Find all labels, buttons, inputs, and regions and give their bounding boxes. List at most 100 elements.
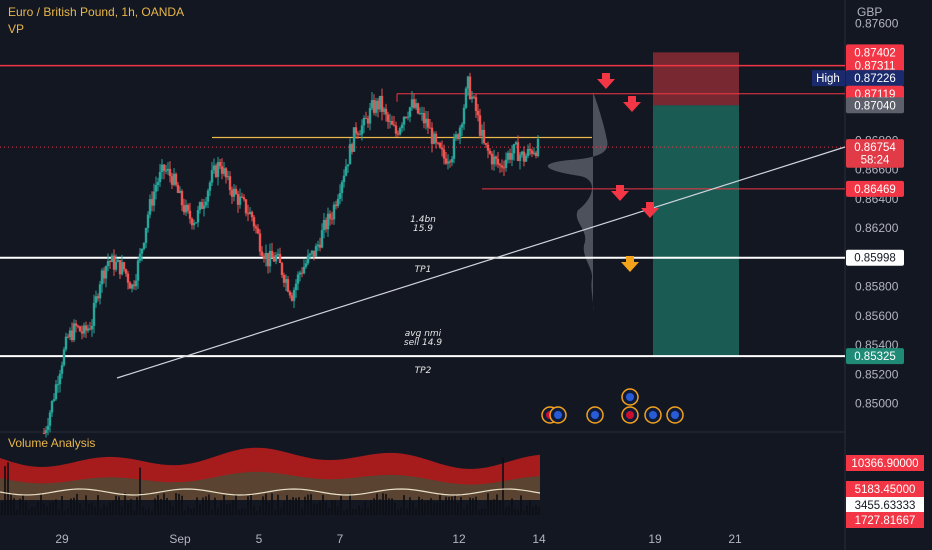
- candle-body: [44, 430, 48, 434]
- candle-body: [54, 384, 58, 400]
- candle-body: [256, 228, 260, 234]
- candle-body: [58, 373, 62, 385]
- candle-body: [494, 156, 498, 159]
- candle-body: [486, 144, 490, 151]
- price-tick: 0.85000: [855, 397, 899, 411]
- chart-canvas[interactable]: 1.4bn15.9TP1avg nmisell 14.9TP20.876000.…: [0, 0, 932, 550]
- annotation-text: TP1: [415, 265, 432, 275]
- candle-body: [90, 325, 94, 330]
- candle-body: [328, 213, 332, 219]
- candle-body: [464, 88, 468, 108]
- event-icon-center: [554, 411, 562, 419]
- candle-body: [398, 128, 402, 135]
- candle-body: [314, 246, 318, 257]
- price-tick: 0.85200: [855, 367, 899, 381]
- candle-body: [138, 253, 142, 261]
- price-tag-label: 0.87040: [854, 100, 896, 112]
- candle-body: [260, 251, 264, 256]
- candle-body: [188, 210, 192, 219]
- candle-body: [126, 273, 130, 283]
- candle-body: [384, 108, 388, 115]
- candle-body: [344, 166, 348, 176]
- candle-body: [136, 260, 140, 281]
- candle-body: [134, 280, 138, 287]
- candle-body: [338, 192, 342, 199]
- candle-body: [104, 266, 108, 279]
- uk-flag-icon-center: [626, 411, 634, 419]
- candle-body: [250, 211, 254, 218]
- candle-body: [174, 173, 178, 185]
- time-tick: 19: [648, 532, 662, 546]
- currency-label: GBP: [857, 5, 883, 19]
- candle-body: [60, 365, 64, 374]
- candle-body: [142, 242, 146, 249]
- candle-body: [294, 283, 298, 291]
- volume-value-label: 5183.45000: [855, 484, 916, 496]
- candle-body: [434, 133, 438, 143]
- candle-body: [286, 279, 290, 292]
- candle-body: [218, 162, 222, 167]
- candle-body: [158, 171, 162, 183]
- candle-body: [122, 262, 126, 270]
- candle-body: [254, 226, 258, 229]
- candle-body: [462, 107, 466, 125]
- candle-body: [500, 165, 504, 168]
- time-tick: 5: [256, 532, 263, 546]
- candle-body: [368, 108, 372, 124]
- candle-body: [488, 150, 492, 154]
- volume-profile: [547, 92, 608, 312]
- eu-flag-icon-center: [626, 393, 634, 401]
- candle-body: [50, 400, 54, 413]
- volume-value-label: 3455.63333: [855, 500, 916, 512]
- candle-body: [426, 118, 430, 128]
- candle-body: [438, 142, 442, 148]
- candle-body: [320, 230, 324, 248]
- candle-body: [140, 248, 144, 254]
- time-tick: 21: [728, 532, 742, 546]
- candle-body: [252, 217, 256, 227]
- candle-body: [280, 263, 284, 276]
- candle-body: [238, 196, 242, 205]
- time-tick: 7: [337, 532, 344, 546]
- time-tick: Sep: [169, 532, 191, 546]
- candle-body: [204, 201, 208, 206]
- candle-body: [498, 164, 502, 166]
- candle-body: [354, 127, 358, 134]
- price-tag-label: 0.87402: [854, 47, 896, 59]
- candle-body: [144, 227, 148, 243]
- candle-body: [308, 253, 312, 256]
- candle-body: [406, 116, 410, 118]
- candle-body: [292, 290, 296, 301]
- candle-body: [202, 205, 206, 209]
- candle-body: [510, 153, 514, 160]
- candle-body: [452, 138, 456, 159]
- candle-body: [168, 168, 172, 177]
- eu-flag-icon-center: [591, 411, 599, 419]
- price-tag-label: 0.86469: [854, 184, 896, 196]
- price-tick: 0.86200: [855, 221, 899, 235]
- time-tick: 29: [55, 532, 69, 546]
- eu-flag-icon-center: [649, 411, 657, 419]
- candle-body: [186, 204, 190, 211]
- candle-body: [362, 117, 366, 126]
- candle-body: [98, 284, 102, 299]
- candle-body: [468, 76, 472, 99]
- candle-body: [340, 182, 344, 193]
- candle-body: [196, 210, 200, 223]
- candle-body: [528, 148, 532, 151]
- annotation-text: TP2: [415, 366, 432, 376]
- symbol-title: Euro / British Pound, 1h, OANDA: [8, 5, 185, 19]
- candle-body: [210, 170, 214, 183]
- candle-body: [390, 121, 394, 125]
- candle-body: [296, 274, 300, 284]
- price-tick: 0.85800: [855, 280, 899, 294]
- stop-loss-zone: [653, 52, 739, 106]
- candle-body: [154, 185, 158, 192]
- candle-body: [342, 175, 346, 183]
- price-tag-label: 0.87226: [854, 73, 896, 85]
- candle-body: [476, 110, 480, 116]
- candle-body: [64, 336, 68, 350]
- candle-body: [402, 116, 406, 125]
- volume-value-label: 1727.81667: [855, 515, 916, 527]
- candle-body: [206, 190, 210, 202]
